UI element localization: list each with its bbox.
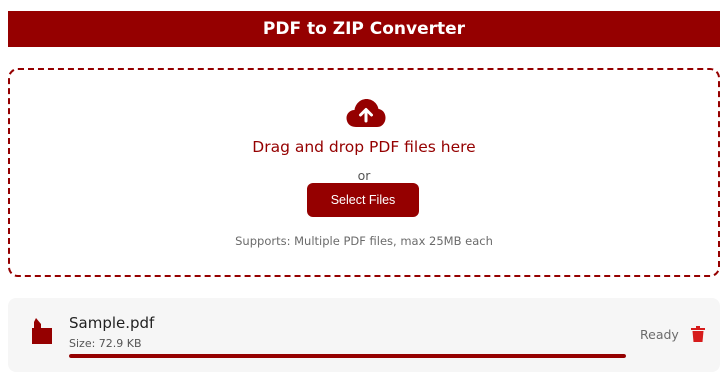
file-status: Ready xyxy=(640,327,679,342)
page-title: PDF to ZIP Converter xyxy=(262,19,466,39)
drop-zone[interactable]: Drag and drop PDF files here or Select F… xyxy=(8,68,720,277)
app-header: PDF to ZIP Converter xyxy=(8,11,720,47)
progress-bar xyxy=(69,354,626,358)
page: PDF to ZIP Converter Drag and drop PDF f… xyxy=(0,0,728,380)
trash-icon[interactable] xyxy=(691,326,705,342)
cloud-upload-icon xyxy=(346,99,386,127)
supports-text: Supports: Multiple PDF files, max 25MB e… xyxy=(235,234,493,248)
pdf-file-icon xyxy=(32,318,52,344)
select-files-button[interactable]: Select Files xyxy=(307,183,419,217)
select-files-label: Select Files xyxy=(330,193,396,207)
file-name: Sample.pdf xyxy=(69,314,155,332)
progress-bar-fill xyxy=(69,354,626,358)
drop-zone-title: Drag and drop PDF files here xyxy=(252,138,476,156)
file-size: Size: 72.9 KB xyxy=(69,337,142,350)
file-item: Sample.pdf Size: 72.9 KB Ready xyxy=(8,298,720,372)
or-separator: or xyxy=(357,168,371,183)
